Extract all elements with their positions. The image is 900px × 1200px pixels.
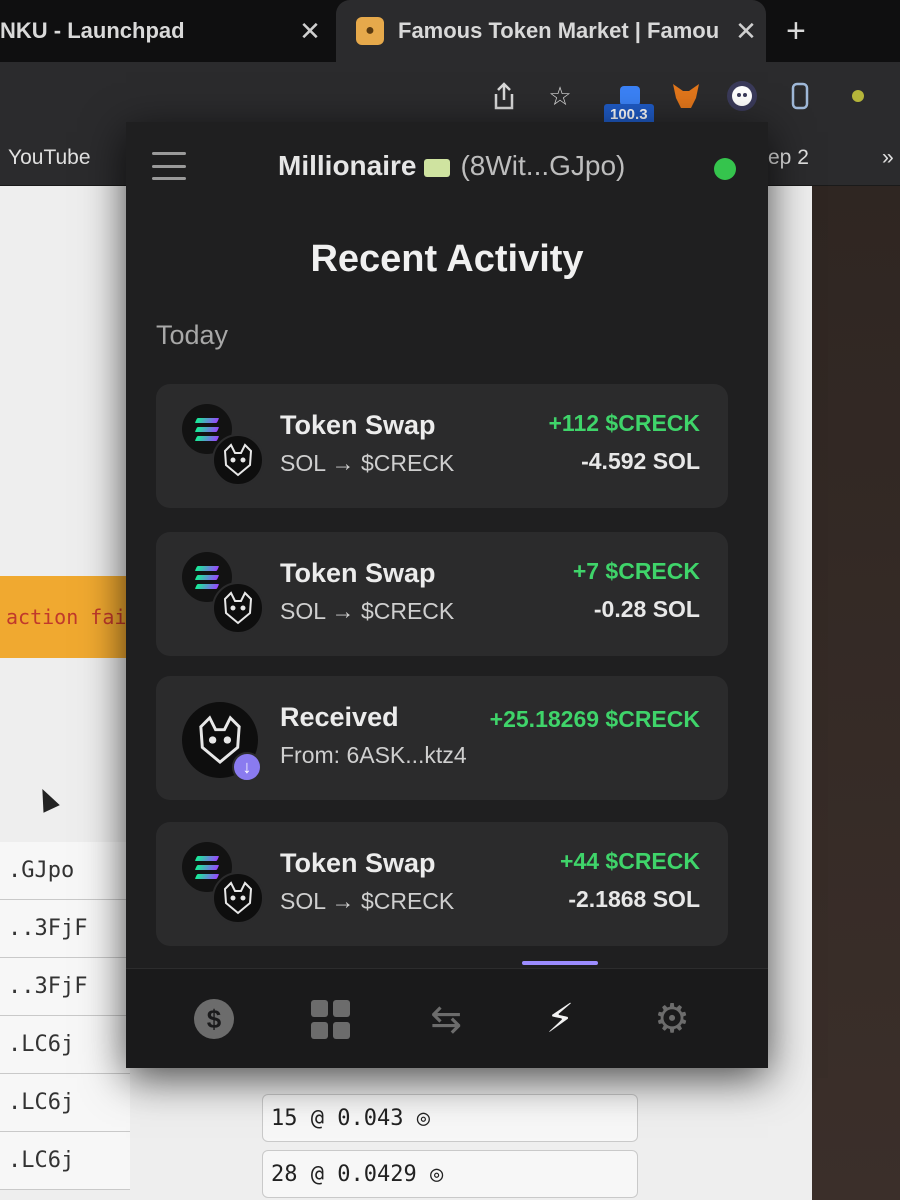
connection-status-icon xyxy=(714,158,736,180)
activity-subtitle: SOL → $CRECK xyxy=(280,598,455,624)
nav-settings[interactable]: ⚙ xyxy=(644,991,700,1047)
activity-item[interactable]: Token Swap SOL → $CRECK +112 $CRECK -4.5… xyxy=(156,384,728,508)
bookmarks-overflow-icon[interactable]: » xyxy=(882,146,894,170)
browser-tab-bar: NKU - Launchpad ✕ ● Famous Token Market … xyxy=(0,0,900,62)
account-selector[interactable]: Millionaire (8Wit...GJpo) xyxy=(278,150,625,182)
fox-favicon-icon: ● xyxy=(356,17,384,45)
bookmark-step-2[interactable]: ep 2 xyxy=(768,146,809,170)
activity-subtitle: SOL → $CRECK xyxy=(280,888,455,914)
order-row[interactable]: 28 @ 0.0429 ◎ xyxy=(262,1150,638,1198)
dollar-icon: $ xyxy=(194,999,234,1039)
arrow-down-icon: ↓ xyxy=(232,752,262,782)
bookmark-youtube[interactable]: YouTube xyxy=(8,146,91,170)
list-item[interactable]: ..3FjF xyxy=(0,900,130,958)
activity-title: Token Swap xyxy=(280,558,436,588)
money-emoji-icon xyxy=(424,158,451,177)
activity-icons xyxy=(182,842,266,926)
tab-launchpad[interactable]: NKU - Launchpad ✕ xyxy=(0,0,330,62)
activity-subtitle: SOL → $CRECK xyxy=(280,450,455,476)
menu-icon[interactable] xyxy=(152,152,186,180)
address-list: .GJpo ..3FjF ..3FjF .LC6j .LC6j .LC6j xyxy=(0,842,130,1190)
jar-extension-icon[interactable] xyxy=(782,78,818,114)
metamask-fox-icon[interactable] xyxy=(668,78,704,114)
list-item[interactable]: .LC6j xyxy=(0,1074,130,1132)
amount-sent: -2.1868 SOL xyxy=(568,886,700,912)
nav-activity[interactable]: ⚡ xyxy=(532,991,588,1047)
page-right-panel xyxy=(812,186,900,1200)
activity-icons: ↓ xyxy=(182,696,266,782)
creck-cat-icon xyxy=(212,872,264,924)
grid-icon xyxy=(310,999,350,1039)
account-name: Millionaire xyxy=(278,150,417,181)
swap-icon: ⇆ xyxy=(430,998,462,1041)
lightning-icon: ⚡ xyxy=(545,997,575,1041)
activity-subtitle: From: 6ASK...ktz4 xyxy=(280,742,467,768)
amount-received: +7 $CRECK xyxy=(572,558,700,584)
amount-sent: -4.592 SOL xyxy=(581,448,700,474)
activity-title: Received xyxy=(280,702,399,732)
amount-sent: -0.28 SOL xyxy=(593,596,700,622)
close-icon[interactable]: ✕ xyxy=(290,16,330,47)
close-icon[interactable]: ✕ xyxy=(726,16,766,47)
list-item[interactable]: .LC6j xyxy=(0,1132,130,1190)
account-address: (8Wit...GJpo) xyxy=(460,150,626,181)
new-tab-button[interactable]: + xyxy=(786,12,806,51)
nav-tokens[interactable]: $ xyxy=(186,991,242,1047)
tab-label: Famous Token Market | Famou xyxy=(398,18,720,43)
nav-swap[interactable]: ⇆ xyxy=(418,991,474,1047)
amount-received: +25.18269 $CRECK xyxy=(489,706,700,732)
amount-received: +44 $CRECK xyxy=(560,848,700,874)
order-row[interactable]: 15 @ 0.043 ◎ xyxy=(262,1094,638,1142)
activity-icons xyxy=(182,552,266,636)
wallet-popup: Millionaire (8Wit...GJpo) Recent Activity… xyxy=(126,122,768,1068)
wallet-bottom-nav: $ ⇆ ⚡ ⚙ xyxy=(126,961,768,1068)
wallet-header: Millionaire (8Wit...GJpo) xyxy=(126,122,768,214)
active-tab-indicator xyxy=(522,961,598,965)
activity-item[interactable]: ↓ Received From: 6ASK...ktz4 +25.18269 $… xyxy=(156,676,728,800)
list-item[interactable]: .LC6j xyxy=(0,1016,130,1074)
leaf-extension-icon[interactable] xyxy=(840,78,876,114)
page-title: Recent Activity xyxy=(310,238,584,280)
creck-cat-icon xyxy=(212,434,264,486)
activity-item[interactable]: Token Swap SOL → $CRECK +7 $CRECK -0.28 … xyxy=(156,532,728,656)
bookmark-star-icon[interactable]: ☆ xyxy=(542,78,578,114)
activity-title: Token Swap xyxy=(280,848,436,878)
list-item[interactable]: .GJpo xyxy=(0,842,130,900)
transaction-failure-banner: action failu xyxy=(0,576,134,658)
tab-label: NKU - Launchpad xyxy=(0,18,185,43)
activity-title: Token Swap xyxy=(280,410,436,440)
creck-cat-icon xyxy=(212,582,264,634)
activity-item[interactable]: Token Swap SOL → $CRECK +44 $CRECK -2.18… xyxy=(156,822,728,946)
list-item[interactable]: ..3FjF xyxy=(0,958,130,1016)
nav-collectibles[interactable] xyxy=(302,991,358,1047)
activity-icons xyxy=(182,404,266,488)
gear-icon: ⚙ xyxy=(654,997,690,1041)
phantom-wallet-icon[interactable] xyxy=(724,78,760,114)
amount-received: +112 $CRECK xyxy=(548,410,701,436)
section-heading-today: Today xyxy=(156,320,229,350)
tab-famous-token-market[interactable]: ● Famous Token Market | Famou ✕ xyxy=(336,0,766,62)
share-icon[interactable] xyxy=(486,78,522,114)
